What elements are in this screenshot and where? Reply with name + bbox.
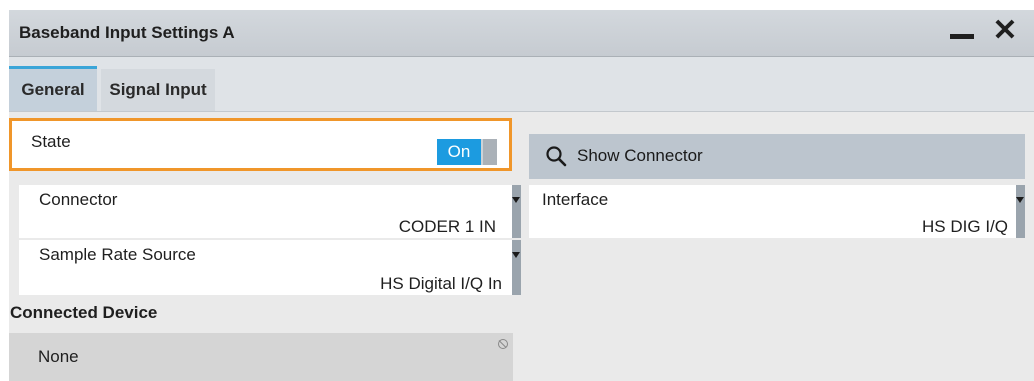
interface-dropdown-button[interactable] [1016,185,1025,238]
interface-value: HS DIG I/Q [922,217,1008,236]
read-only-icon [498,339,508,349]
dialog-title: Baseband Input Settings A [19,23,235,42]
show-connector-button[interactable]: Show Connector [529,134,1025,179]
connector-dropdown-button[interactable] [512,185,521,238]
tab-bar: General Signal Input [9,57,1034,112]
show-connector-label: Show Connector [577,146,703,165]
title-bar: Baseband Input Settings A ✕ [9,10,1034,57]
minimize-button[interactable] [950,34,974,39]
interface-label: Interface [542,190,609,209]
tab-general[interactable]: General [9,66,97,111]
connector-label: Connector [39,190,118,209]
close-button[interactable]: ✕ [990,13,1020,49]
sample-rate-source-field[interactable]: Sample Rate Source HS Digital I/Q In [19,240,512,295]
interface-field[interactable]: Interface HS DIG I/Q [529,185,1016,238]
connector-value: CODER 1 IN [398,217,496,236]
connected-device-field: None [9,333,513,381]
chevron-down-icon [512,197,520,203]
tab-signal-input[interactable]: Signal Input [101,69,215,111]
toggle-knob [483,139,497,165]
chevron-down-icon [1016,197,1024,203]
search-icon [546,146,567,167]
toggle-on-label: On [437,139,481,165]
connected-device-value: None [38,347,79,366]
connector-field[interactable]: Connector CODER 1 IN [19,185,512,238]
state-field[interactable]: State On [9,118,512,171]
state-toggle[interactable]: On [437,139,497,165]
sample-rate-source-label: Sample Rate Source [39,245,196,264]
connected-device-heading: Connected Device [10,303,158,322]
state-label: State [31,132,71,151]
sample-rate-source-dropdown-button[interactable] [512,240,521,295]
chevron-down-icon [512,252,520,258]
sample-rate-source-value: HS Digital I/Q In [380,274,502,293]
